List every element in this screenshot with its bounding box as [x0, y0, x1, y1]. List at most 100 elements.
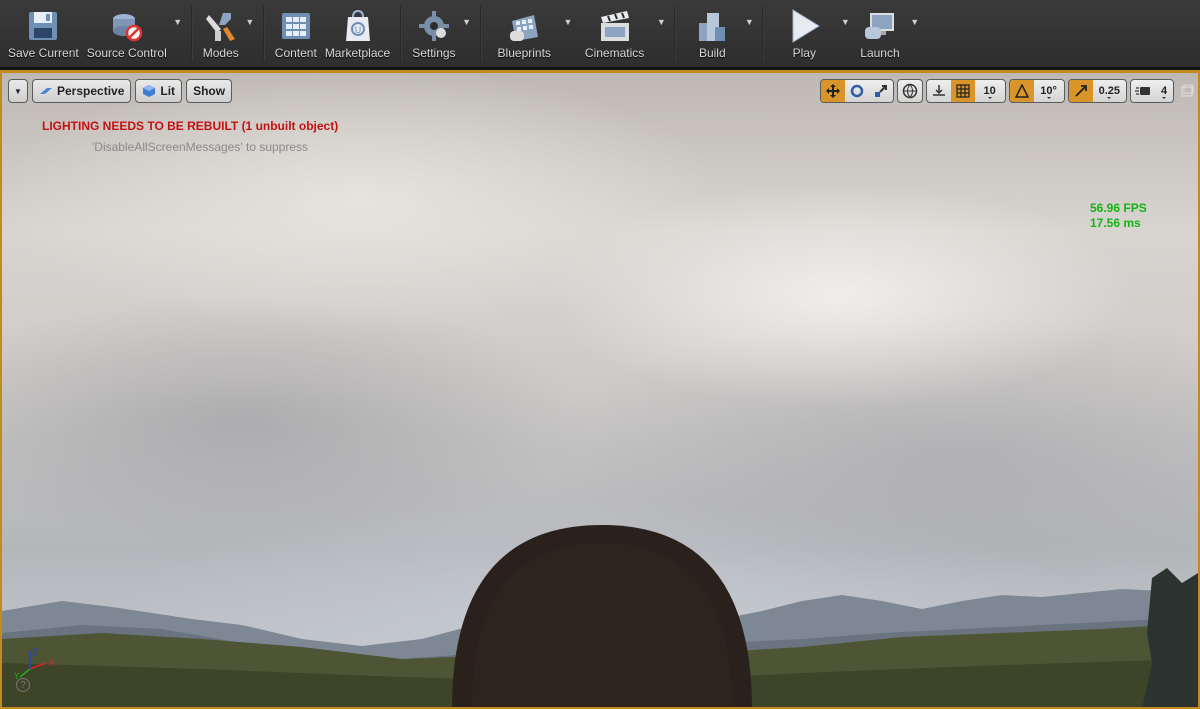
chevron-down-icon: ▼ — [14, 86, 22, 96]
suppress-hint: 'DisableAllScreenMessages' to suppress — [92, 140, 309, 154]
content-label: Content — [274, 46, 317, 60]
launch-dropdown[interactable]: ▼ — [908, 0, 922, 67]
toolbar-divider — [190, 6, 193, 61]
save-icon — [25, 8, 61, 44]
surface-snap-icon — [932, 85, 945, 96]
settings-icon — [416, 8, 452, 44]
perspective-icon — [40, 88, 52, 94]
play-button[interactable]: Play — [770, 0, 838, 67]
chevron-down-icon: ▼ — [910, 16, 920, 27]
fps-readout: 56.96 FPS — [1090, 201, 1147, 215]
viewport-options-dropdown[interactable]: ▼ — [8, 79, 28, 103]
toolbar-divider — [262, 6, 265, 61]
blueprints-label: Blueprints — [497, 46, 551, 60]
grid-snap-value[interactable]: 10 — [975, 85, 1005, 99]
grid-snap-toggle[interactable] — [950, 80, 975, 102]
source-control-label: Source Control — [86, 46, 167, 60]
help-icon[interactable]: ? — [16, 678, 30, 692]
cinematics-button[interactable]: Cinematics — [575, 0, 654, 67]
perspective-label: Perspective — [57, 84, 125, 98]
svg-text:U: U — [354, 26, 361, 36]
chevron-down-icon: ▼ — [245, 16, 255, 27]
toolbar-divider — [479, 6, 482, 61]
marketplace-icon: U — [340, 8, 376, 44]
chevron-down-icon: ▼ — [173, 16, 183, 27]
modes-group: Modes ▼ — [195, 0, 261, 67]
toolbar-divider — [400, 6, 403, 61]
chevron-down-icon: ▼ — [840, 16, 850, 27]
translate-tool[interactable] — [820, 80, 845, 102]
settings-dropdown[interactable]: ▼ — [460, 0, 474, 67]
chevron-down-icon: ▼ — [656, 16, 666, 27]
rotate-icon — [850, 84, 863, 98]
scale-snap-icon — [1074, 85, 1087, 97]
scale-snap-toggle[interactable] — [1068, 80, 1093, 102]
play-dropdown[interactable]: ▼ — [838, 0, 852, 67]
source-control-icon — [109, 8, 145, 44]
main-toolbar: Save Current Source Control ▼ Modes ▼ Co… — [0, 0, 1200, 68]
play-label: Play — [792, 46, 816, 60]
scene-render — [2, 525, 1198, 707]
settings-group: Settings ▼ — [404, 0, 477, 67]
world-space-toggle[interactable] — [898, 80, 922, 102]
blueprints-button[interactable]: Blueprints — [488, 0, 561, 67]
level-viewport[interactable]: ▼ Perspective Lit Show 10 10° 0.25 4 LIG… — [0, 70, 1200, 709]
lit-label: Lit — [160, 84, 176, 98]
build-icon — [694, 8, 730, 44]
scale-snap-value[interactable]: 0.25 — [1093, 85, 1126, 99]
save-current-label: Save Current — [8, 46, 79, 60]
toolbar-divider — [674, 6, 677, 61]
blueprints-icon — [506, 8, 542, 44]
content-group: Content U Marketplace — [267, 0, 398, 67]
camera-speed-group: 4 — [1130, 79, 1174, 103]
perspective-button[interactable]: Perspective — [32, 79, 132, 103]
cinematics-label: Cinematics — [584, 46, 645, 60]
viewport-left-controls: ▼ Perspective Lit Show — [8, 79, 233, 103]
modes-button[interactable]: Modes — [199, 0, 243, 67]
maximize-viewport-icon[interactable] — [1180, 84, 1194, 98]
build-label: Build — [698, 46, 726, 60]
save-current-button[interactable]: Save Current — [4, 0, 83, 67]
settings-button[interactable]: Settings — [408, 0, 459, 67]
source-control-dropdown[interactable]: ▼ — [171, 0, 185, 67]
marketplace-button[interactable]: U Marketplace — [321, 0, 394, 67]
file-group: Save Current Source Control ▼ — [0, 0, 189, 67]
source-control-button[interactable]: Source Control — [83, 0, 171, 67]
grid-snap-group: 10 — [925, 79, 1006, 103]
rotate-tool[interactable] — [845, 80, 869, 102]
rotation-snap-toggle[interactable] — [1009, 80, 1034, 102]
frame-time-readout: 17.56 ms — [1090, 216, 1141, 230]
stats-overlay: 56.96 FPS 17.56 ms — [1090, 201, 1147, 231]
axis-z-label: Z — [32, 648, 38, 658]
build-group: Build ▼ — [678, 0, 760, 67]
camera-speed-icon — [1135, 87, 1150, 95]
cinematics-icon — [597, 8, 633, 44]
settings-label: Settings — [412, 46, 456, 60]
chevron-down-icon: ▼ — [744, 16, 754, 27]
content-button[interactable]: Content — [271, 0, 321, 67]
build-button[interactable]: Build — [682, 0, 742, 67]
toolbar-divider — [762, 6, 765, 61]
modes-dropdown[interactable]: ▼ — [243, 0, 257, 67]
lit-button[interactable]: Lit — [135, 79, 183, 103]
cinematics-dropdown[interactable]: ▼ — [654, 0, 668, 67]
surface-snap-toggle[interactable] — [927, 80, 951, 102]
lit-cube-icon — [143, 85, 156, 97]
rotation-snap-value[interactable]: 10° — [1034, 85, 1064, 99]
viewport-right-controls: 10 10° 0.25 4 — [819, 79, 1194, 103]
scale-tool[interactable] — [869, 80, 893, 102]
show-label: Show — [193, 84, 226, 98]
axis-x-label: X — [48, 659, 54, 669]
play-group: Play ▼ Launch ▼ — [766, 0, 925, 67]
camera-speed-icon-button[interactable] — [1131, 80, 1155, 102]
camera-speed-value[interactable]: 4 — [1155, 85, 1173, 99]
launch-button[interactable]: Launch — [852, 0, 907, 67]
transform-tools — [819, 79, 894, 103]
launch-label: Launch — [860, 46, 900, 60]
show-button[interactable]: Show — [186, 79, 233, 103]
angle-icon — [1014, 84, 1029, 98]
marketplace-label: Marketplace — [324, 46, 391, 60]
blueprints-dropdown[interactable]: ▼ — [561, 0, 575, 67]
scale-icon — [874, 85, 887, 97]
build-dropdown[interactable]: ▼ — [742, 0, 756, 67]
